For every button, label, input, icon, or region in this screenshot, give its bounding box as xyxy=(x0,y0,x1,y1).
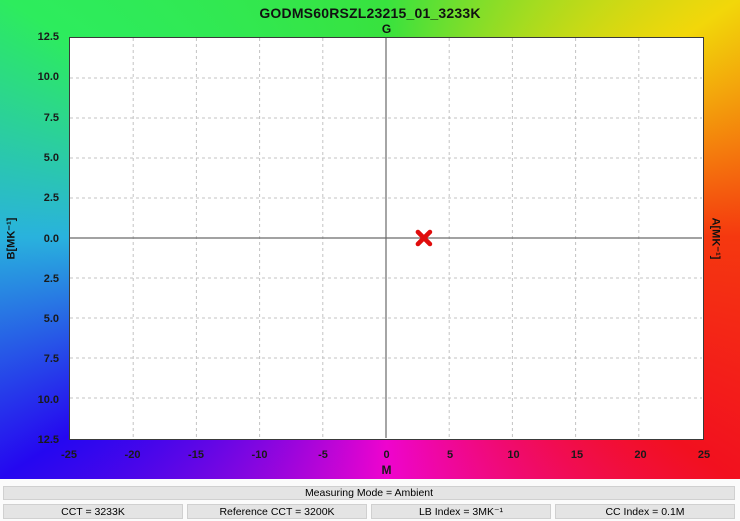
y-tick-label: 5.0 xyxy=(44,152,59,164)
y-tick-label: 7.5 xyxy=(44,353,59,365)
measurement-screen: GODMS60RSZL23215_01_3233K G -25 -20 -15 -10… xyxy=(0,0,740,521)
plot-grid xyxy=(70,38,702,438)
y-tick-label: 2.5 xyxy=(44,192,59,204)
y-tick-label: 5.0 xyxy=(44,313,59,325)
axis-label-green: G xyxy=(69,22,704,36)
x-tick-label: -5 xyxy=(318,449,328,461)
x-axis-ticks: -25-20-15-10-50510152025 xyxy=(69,449,704,463)
y-tick-label: 12.5 xyxy=(38,31,59,43)
y-tick-label: 7.5 xyxy=(44,111,59,123)
y-tick-label: 0.0 xyxy=(44,232,59,244)
status-cell: CC Index = 0.1M xyxy=(555,504,735,519)
y-tick-label: 2.5 xyxy=(44,273,59,285)
x-tick-label: -20 xyxy=(125,449,141,461)
x-tick-label: -10 xyxy=(252,449,268,461)
status-cell: Reference CCT = 3200K xyxy=(187,504,367,519)
axis-label-blue: B[MK⁻¹] xyxy=(5,194,18,284)
x-tick-label: 25 xyxy=(698,449,710,461)
axis-label-magenta: M xyxy=(69,463,704,477)
x-tick-label: 15 xyxy=(571,449,583,461)
y-tick-label: 10.0 xyxy=(38,393,59,405)
y-tick-label: 12.5 xyxy=(38,434,59,446)
axis-label-amber: A[MK⁻¹] xyxy=(710,194,723,284)
x-tick-label: 0 xyxy=(383,449,389,461)
status-row: CCT = 3233K Reference CCT = 3200K LB Index… xyxy=(3,504,735,519)
status-area: Measuring Mode = Ambient CCT = 3233K Refe… xyxy=(0,479,740,521)
x-tick-label: 20 xyxy=(634,449,646,461)
x-tick-label: -15 xyxy=(188,449,204,461)
x-tick-label: 10 xyxy=(507,449,519,461)
x-tick-label: 5 xyxy=(447,449,453,461)
tint-plot-area xyxy=(69,37,704,440)
status-cell: LB Index = 3MK⁻¹ xyxy=(371,504,551,519)
measuring-mode-bar: Measuring Mode = Ambient xyxy=(3,486,735,500)
y-tick-label: 10.0 xyxy=(38,71,59,83)
x-tick-label: -25 xyxy=(61,449,77,461)
page-title: GODMS60RSZL23215_01_3233K xyxy=(0,5,740,21)
status-cell: CCT = 3233K xyxy=(3,504,183,519)
